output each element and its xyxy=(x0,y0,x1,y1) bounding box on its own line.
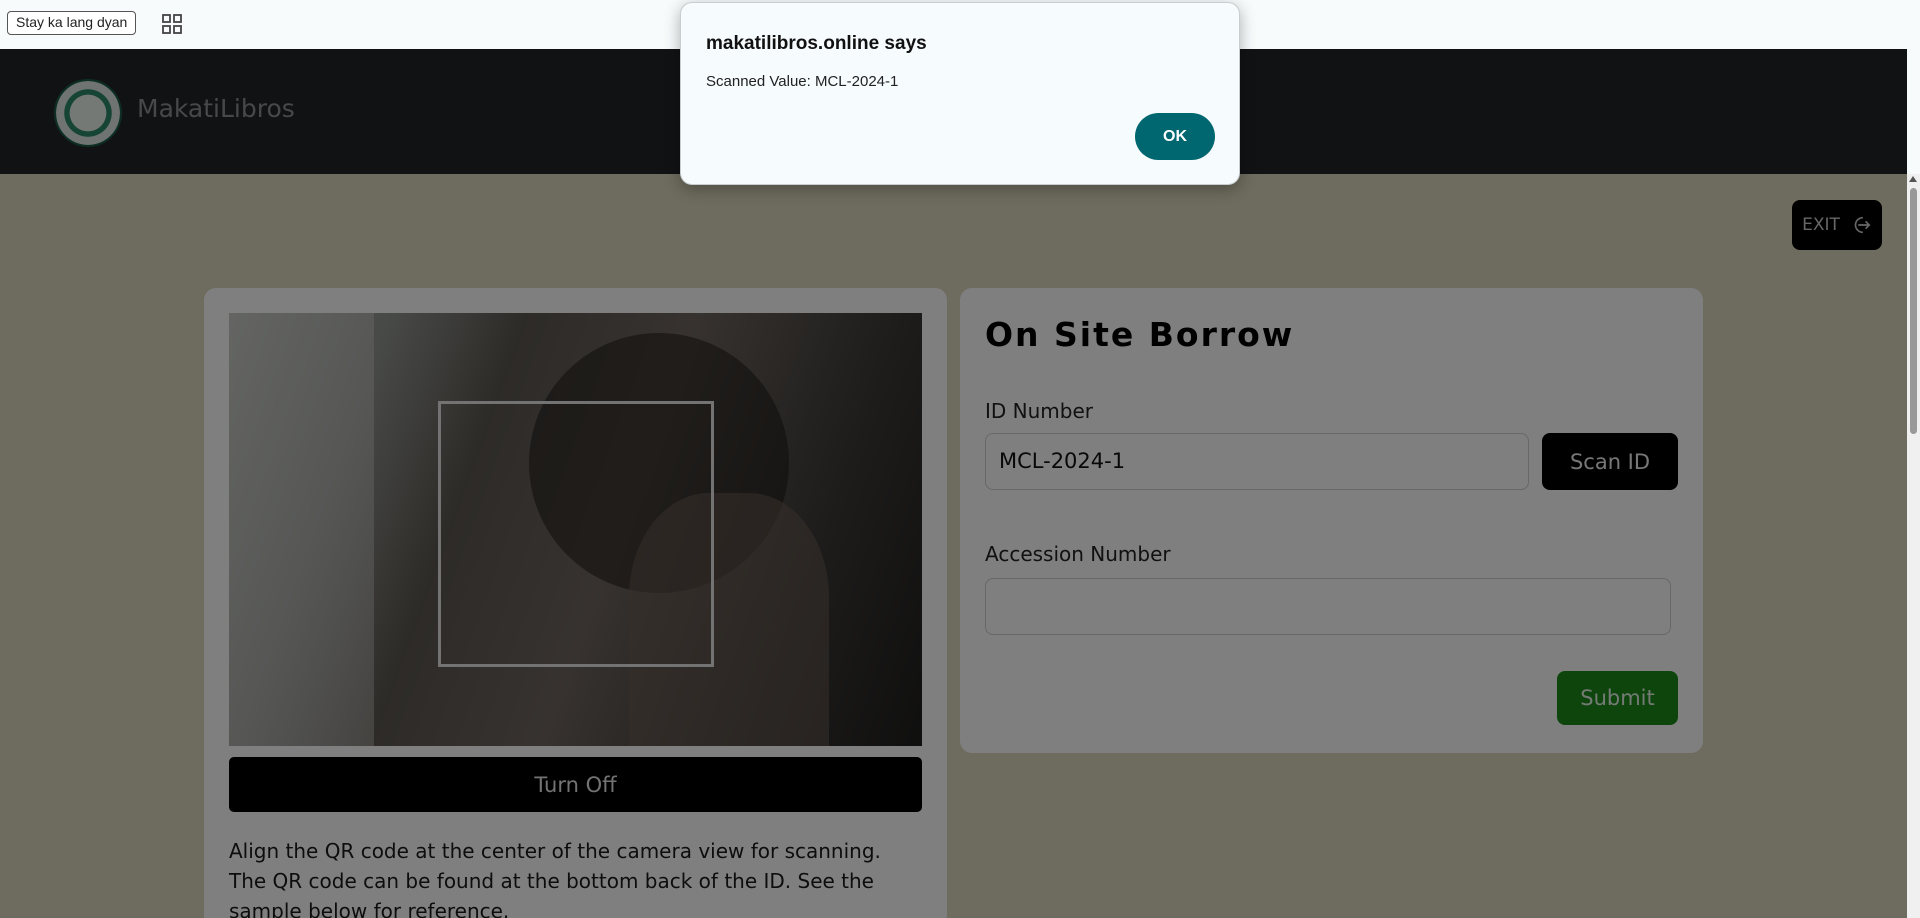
scroll-up-arrow-icon[interactable] xyxy=(1909,176,1917,182)
page-scrollbar[interactable] xyxy=(1907,174,1920,918)
apps-grid-icon[interactable] xyxy=(162,14,182,34)
bookmark-stay-ka-lang-dyan[interactable]: Stay ka lang dyan xyxy=(7,11,137,35)
alert-dialog: makatilibros.online says Scanned Value: … xyxy=(680,2,1240,185)
scrollbar-thumb[interactable] xyxy=(1910,188,1917,434)
ok-button[interactable]: OK xyxy=(1135,113,1215,160)
dialog-title: makatilibros.online says xyxy=(706,33,927,54)
dialog-message: Scanned Value: MCL-2024-1 xyxy=(706,73,899,90)
